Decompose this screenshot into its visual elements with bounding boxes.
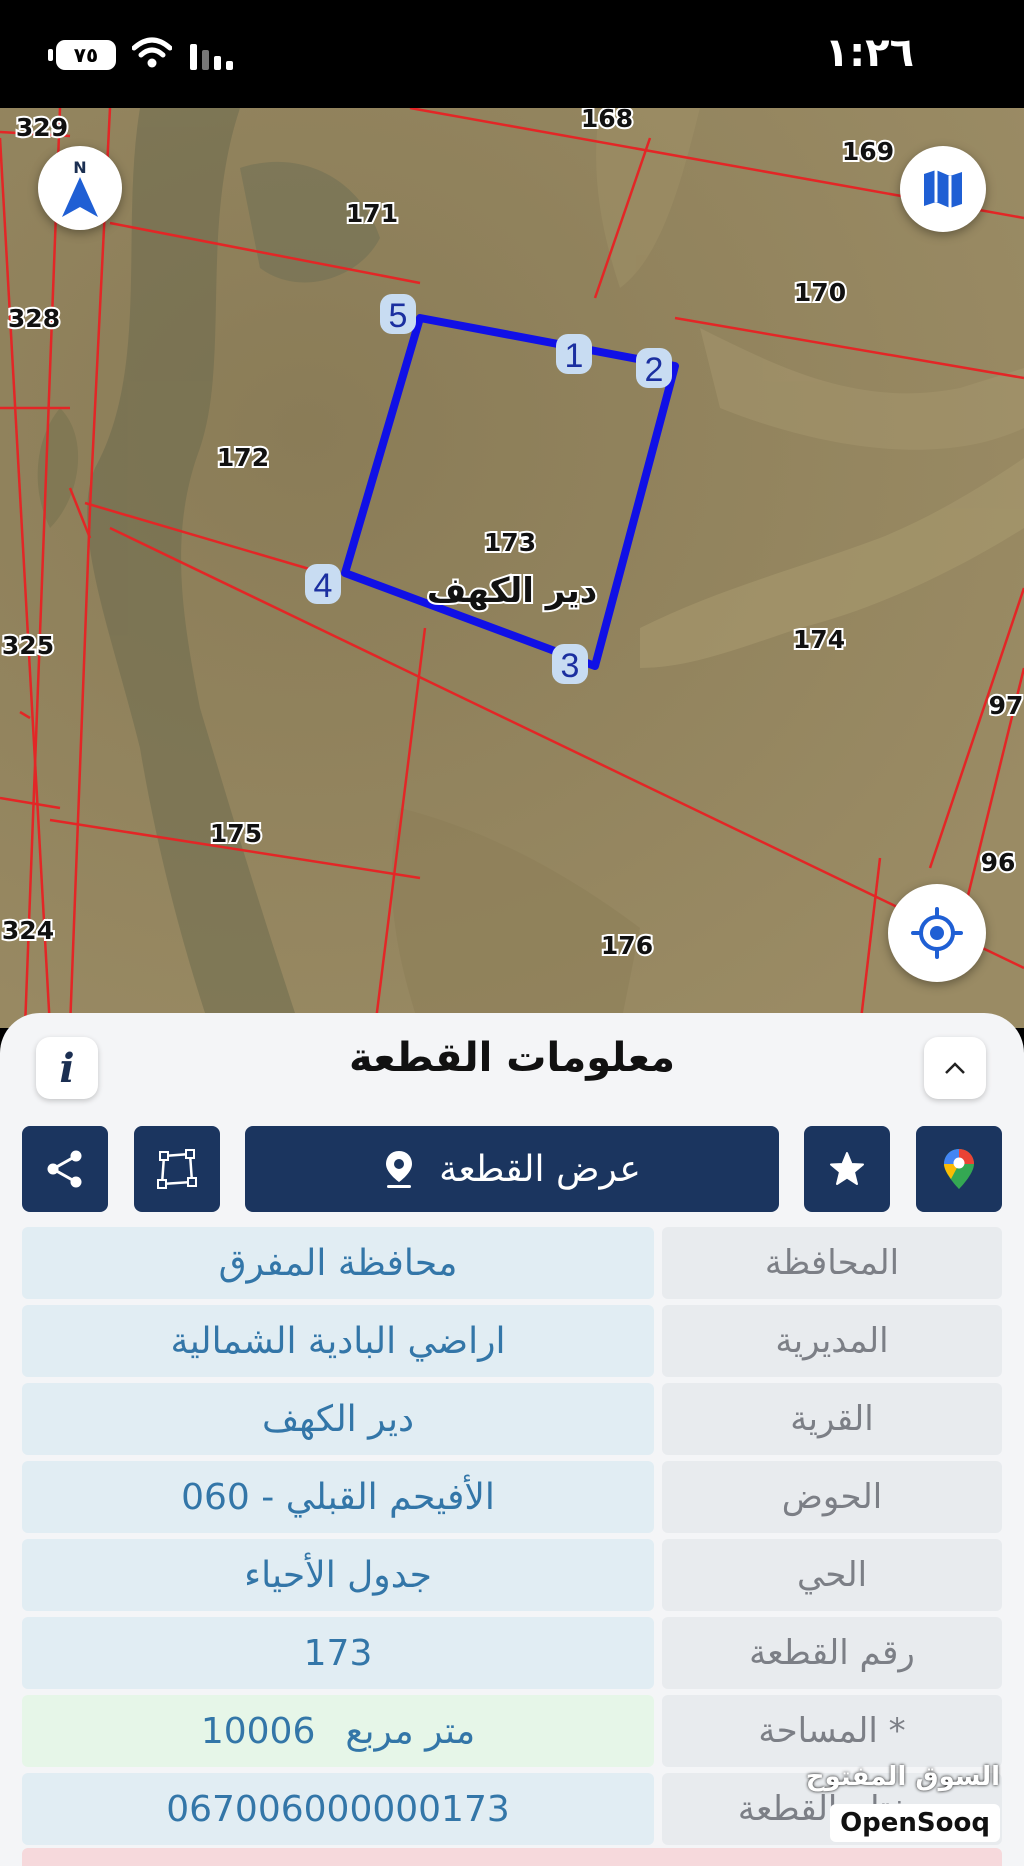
vertex-2-label: 2 xyxy=(645,351,664,389)
area-number: 10006 xyxy=(200,1710,316,1752)
share-icon xyxy=(47,1150,82,1188)
crosshair-icon xyxy=(911,907,963,959)
parcel-shape-button[interactable] xyxy=(134,1126,220,1212)
map-icon xyxy=(924,170,962,208)
directorate-label: المديرية xyxy=(662,1305,1002,1377)
basin-value: الأفيحم القبلي - 060 xyxy=(22,1461,654,1533)
village-label: دير الكهف xyxy=(427,571,597,611)
share-button[interactable] xyxy=(22,1126,108,1212)
vertex-5-marker: 5 xyxy=(380,294,416,335)
parcel-key-value: 067006000000173 xyxy=(22,1773,654,1845)
table-row: 173 رقم القطعة xyxy=(22,1617,1002,1689)
signal-icon xyxy=(190,44,233,70)
vertex-4-marker: 4 xyxy=(305,564,341,605)
next-row-strip xyxy=(22,1848,1002,1866)
basin-label: الحوض xyxy=(662,1461,1002,1533)
district-value: جدول الأحياء xyxy=(22,1539,654,1611)
parcel-label-325: 325 xyxy=(2,631,54,660)
parcel-label-324: 324 xyxy=(2,916,54,945)
district-label: الحي xyxy=(662,1539,1002,1611)
google-maps-icon xyxy=(944,1149,974,1189)
show-parcel-label: عرض القطعة xyxy=(439,1148,641,1190)
village-label: القرية xyxy=(662,1383,1002,1455)
chevron-up-icon xyxy=(945,1062,965,1074)
satellite-map[interactable]: 5 1 2 4 3 329 168 169 171 170 328 172 17… xyxy=(0,108,1024,1028)
favorite-button[interactable] xyxy=(804,1126,890,1212)
parcel-label-175: 175 xyxy=(210,819,262,848)
google-maps-button[interactable] xyxy=(916,1126,1002,1212)
parcel-number-label: رقم القطعة xyxy=(662,1617,1002,1689)
watermark-arabic: السوق المفتوح xyxy=(805,1762,1000,1792)
table-row: محافظة المفرق المحافظة xyxy=(22,1227,1002,1299)
status-bar: ٧٥ ١:٢٦ xyxy=(0,0,1024,108)
locate-me-button[interactable] xyxy=(888,884,986,982)
parcel-number-value: 173 xyxy=(22,1617,654,1689)
status-time: ١:٢٦ xyxy=(824,30,914,76)
polygon-icon xyxy=(157,1149,197,1189)
vertex-4-label: 4 xyxy=(314,567,333,605)
svg-text:N: N xyxy=(73,158,86,177)
show-parcel-button[interactable]: عرض القطعة xyxy=(245,1126,779,1212)
vertex-5-label: 5 xyxy=(389,297,408,335)
area-label: المساحة * xyxy=(662,1695,1002,1767)
directorate-value: اراضي البادية الشمالية xyxy=(22,1305,654,1377)
parcel-label-169: 169 xyxy=(842,137,894,166)
table-row: جدول الأحياء الحي xyxy=(22,1539,1002,1611)
area-value: متر مربع 10006 xyxy=(22,1695,654,1767)
parcel-label-97: 97 xyxy=(989,691,1024,720)
vertex-3-marker: 3 xyxy=(552,644,588,685)
battery-indicator: ٧٥ xyxy=(48,40,116,70)
table-row: متر مربع 10006 المساحة * xyxy=(22,1695,1002,1767)
parcel-label-328: 328 xyxy=(8,304,60,333)
parcel-info-panel: i معلومات القطعة عرض القطعة محافظة المفر… xyxy=(0,1013,1024,1866)
location-pin-icon xyxy=(386,1151,413,1188)
governorate-label: المحافظة xyxy=(662,1227,1002,1299)
area-unit: متر مربع xyxy=(345,1710,476,1752)
table-row: اراضي البادية الشمالية المديرية xyxy=(22,1305,1002,1377)
table-row: دير الكهف القرية xyxy=(22,1383,1002,1455)
table-row: الأفيحم القبلي - 060 الحوض xyxy=(22,1461,1002,1533)
parcel-label-329: 329 xyxy=(16,113,68,142)
panel-title: معلومات القطعة xyxy=(349,1035,675,1081)
parcel-label-170: 170 xyxy=(794,278,846,307)
governorate-value: محافظة المفرق xyxy=(22,1227,654,1299)
wifi-icon xyxy=(132,37,172,68)
parcel-label-171: 171 xyxy=(346,199,398,228)
parcel-label-176: 176 xyxy=(601,931,653,960)
parcel-label-174: 174 xyxy=(793,625,845,654)
parcel-label-168: 168 xyxy=(581,108,633,133)
vertex-1-marker: 1 xyxy=(556,334,592,375)
vertex-2-marker: 2 xyxy=(636,348,672,389)
watermark-logo: OpenSooq xyxy=(830,1804,1000,1842)
star-icon xyxy=(830,1152,864,1185)
village-value: دير الكهف xyxy=(22,1383,654,1455)
parcel-label-172: 172 xyxy=(217,443,269,472)
collapse-button[interactable] xyxy=(924,1037,986,1099)
compass-button[interactable]: N xyxy=(38,146,122,230)
map-layers-button[interactable] xyxy=(900,146,986,232)
parcel-details-table: محافظة المفرق المحافظة اراضي البادية الش… xyxy=(22,1227,1002,1851)
vertex-1-label: 1 xyxy=(565,337,584,375)
parcel-label-173: 173 xyxy=(484,528,536,557)
parcel-label-96: 96 xyxy=(981,848,1016,877)
vertex-3-label: 3 xyxy=(561,647,580,685)
north-arrow-icon: N xyxy=(62,158,98,217)
